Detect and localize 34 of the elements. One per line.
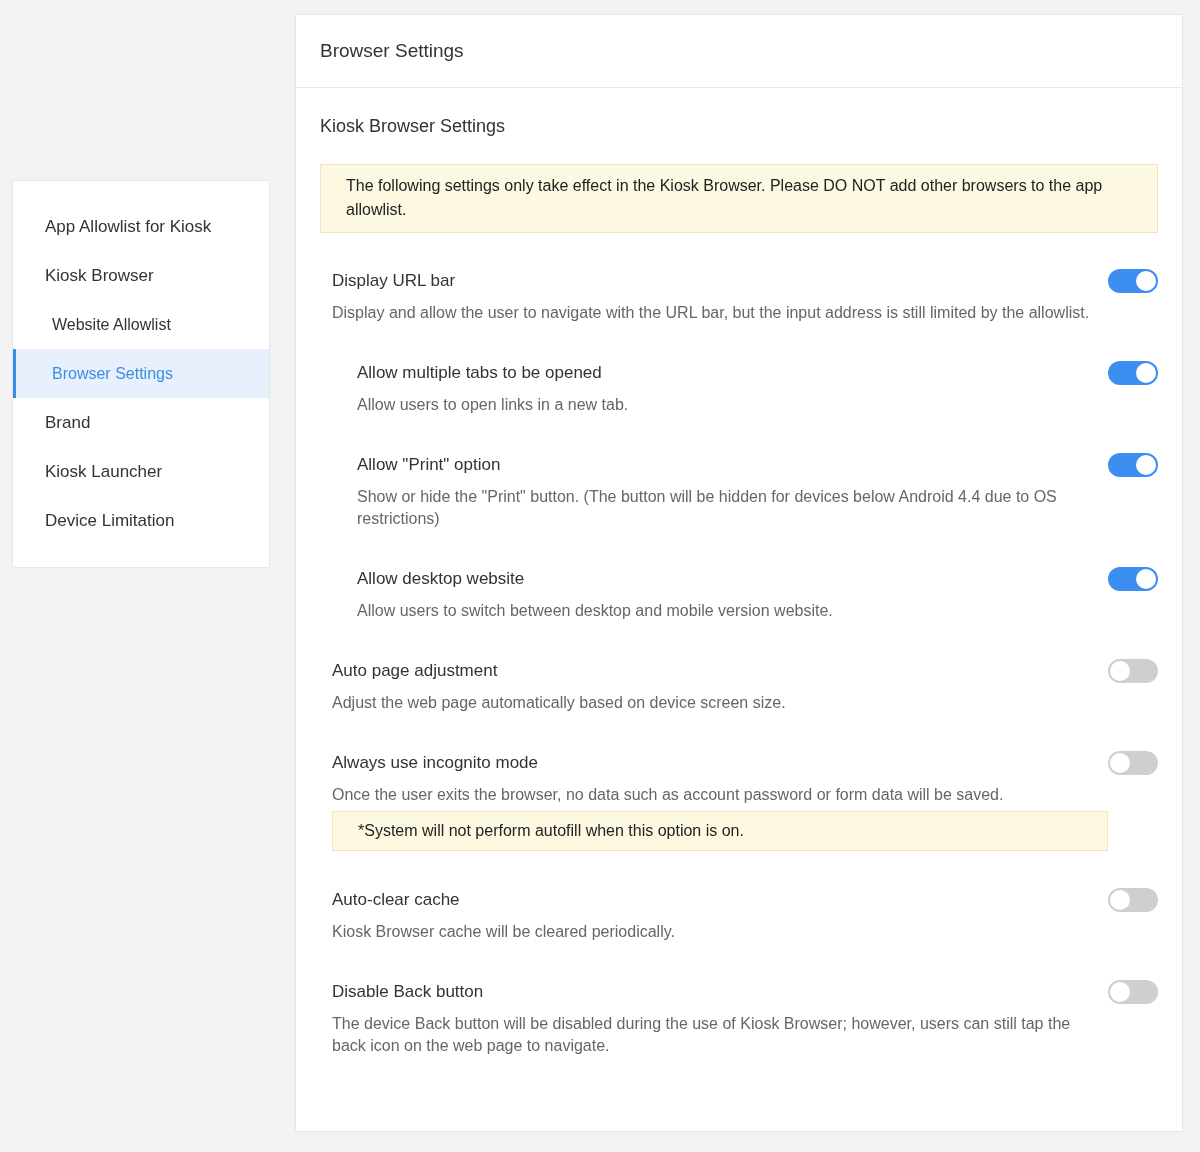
toggle-switch[interactable] [1108,567,1158,591]
sidebar-item[interactable]: Kiosk Browser [13,251,269,300]
setting-description: Kiosk Browser cache will be cleared periodically. [332,922,676,942]
notice-banner: The following settings only take effect in the Kiosk Browser. Please DO NOT add other browsers to the app allowlist. [320,164,1158,233]
sidebar-item[interactable]: Kiosk Launcher [13,447,269,496]
toggle-switch[interactable] [1108,453,1158,477]
setting-title: Disable Back button [332,981,485,1003]
setting-title: Display URL bar [332,270,457,292]
section-title: Kiosk Browser Settings [320,115,507,138]
setting-description: Show or hide the "Print" button. (The button will be hidden for devices below Android 4.4 due to OS restrictions) [357,487,1058,529]
setting-title: Allow multiple tabs to be opened [357,362,603,384]
setting-description: Once the user exits the browser, no data such as account password or form data will be saved. [332,785,1005,805]
setting-title: Allow desktop website [357,568,526,590]
setting-title: Allow "Print" option [357,454,502,476]
setting-description: Display and allow the user to navigate with the URL bar, but the input address is still limited by the allowlist. [332,303,1091,323]
setting-description: Allow users to switch between desktop and mobile version website. [357,601,834,621]
note-banner: *System will not perform autofill when this option is on. [332,811,1108,851]
sidebar-item[interactable]: Brand [13,398,269,447]
setting-description: The device Back button will be disabled during the use of Kiosk Browser; however, users can still tap the back icon on the web page to navigate. [332,1014,1072,1056]
setting-title: Auto-clear cache [332,889,461,911]
setting-description: Allow users to open links in a new tab. [357,395,630,415]
toggle-switch[interactable] [1108,751,1158,775]
setting-title: Auto page adjustment [332,660,499,682]
panel-title: Browser Settings [296,15,1182,88]
sidebar-item[interactable]: Website Allowlist [13,300,269,349]
sidebar-item[interactable]: Device Limitation [13,496,269,545]
setting-title: Always use incognito mode [332,752,539,774]
setting-description: Adjust the web page automatically based on device screen size. [332,693,787,713]
toggle-switch[interactable] [1108,980,1158,1004]
toggle-switch[interactable] [1108,361,1158,385]
sidebar-item[interactable]: App Allowlist for Kiosk [13,202,269,251]
toggle-switch[interactable] [1108,888,1158,912]
toggle-switch[interactable] [1108,659,1158,683]
toggle-switch[interactable] [1108,269,1158,293]
